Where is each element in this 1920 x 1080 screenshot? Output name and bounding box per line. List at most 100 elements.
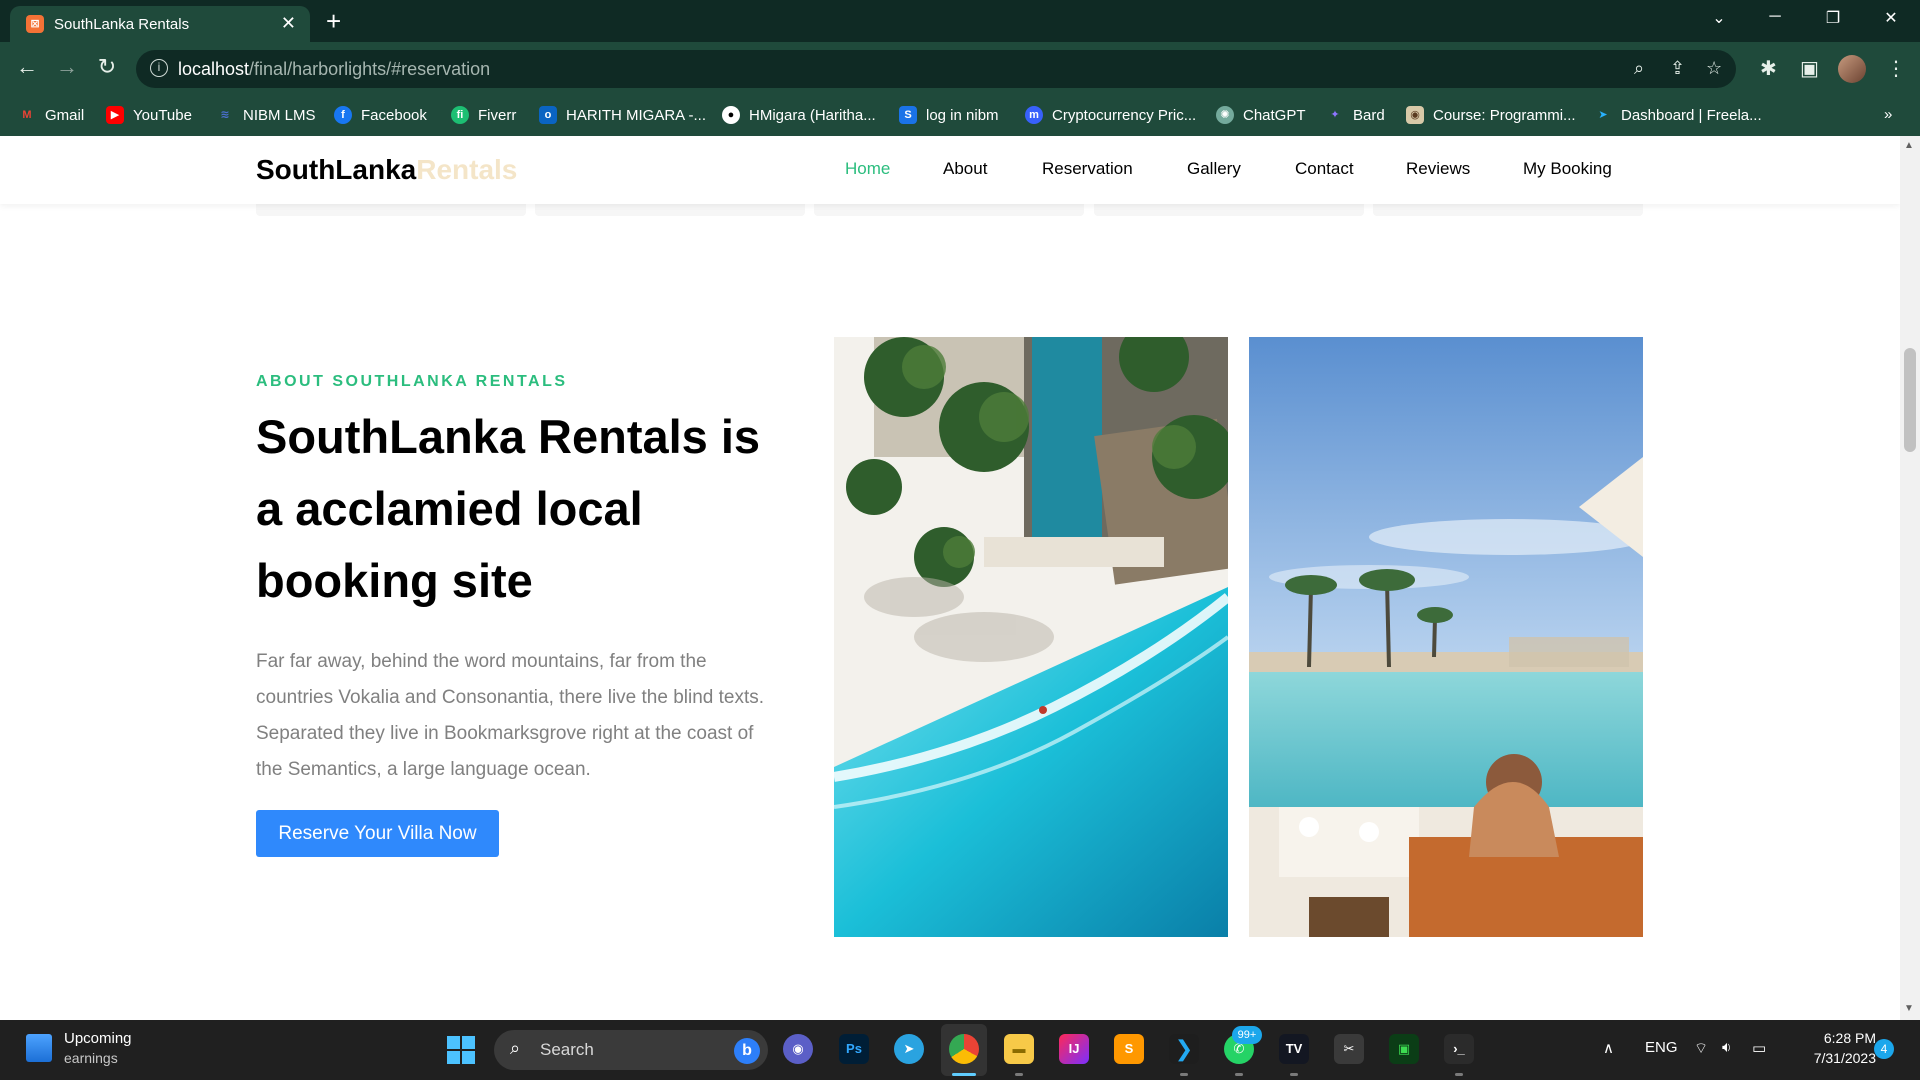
teams-chat-icon[interactable]: ◉ [783,1034,813,1064]
bookmark-outlook[interactable]: o HARITH MIGARA -... [539,106,706,124]
close-window-icon[interactable]: ✕ [1876,8,1906,28]
stocks-widget-icon[interactable] [26,1034,52,1062]
bookmark-course[interactable]: ◉ Course: Programmi... [1406,106,1576,124]
section-paragraph: Far far away, behind the word mountains,… [256,651,765,780]
browser-toolbar: ← → ↻ i localhost/final/harborlights/#re… [0,42,1920,96]
nav-link-gallery[interactable]: Gallery [1187,159,1241,179]
forward-icon[interactable]: → [52,54,82,80]
tradingview-icon[interactable]: TV [1279,1034,1309,1064]
profile-avatar[interactable] [1838,55,1866,83]
battery-icon[interactable]: ▭ [1752,1039,1766,1057]
taskbar-time[interactable]: 6:28 PM [1796,1030,1876,1046]
command-prompt-icon[interactable]: ›_ [1444,1034,1474,1064]
bookmark-cryptocurrency[interactable]: m Cryptocurrency Pric... [1025,106,1196,124]
scroll-up-icon[interactable]: ▲ [1904,140,1914,151]
bookmark-chatgpt[interactable]: ✺ ChatGPT [1216,106,1306,124]
scroll-thumb[interactable] [1904,348,1916,452]
address-bar[interactable]: i localhost/final/harborlights/#reservat… [136,50,1736,88]
windows-taskbar: Upcoming earnings ⌕ Search b ◉ Ps ➤ ▬ IJ… [0,1020,1920,1080]
site-logo[interactable]: SouthLankaRentals [256,154,517,186]
coinmarketcap-icon: m [1025,106,1043,124]
search-icon: ⌕ [510,1038,521,1058]
outlook-icon: o [539,106,557,124]
vscode-icon[interactable]: ❯ [1169,1034,1199,1064]
back-icon[interactable]: ← [12,54,42,80]
scroll-down-icon[interactable]: ▼ [1904,1003,1914,1014]
more-bookmarks-icon[interactable]: » [1884,106,1892,123]
notification-badge[interactable]: 4 [1874,1039,1894,1059]
nav-link-contact[interactable]: Contact [1295,159,1354,179]
menu-icon[interactable]: ⋮ [1886,56,1906,81]
bookmark-fiverr[interactable]: fi Fiverr [451,106,516,124]
s-icon: S [899,106,917,124]
browser-tab[interactable]: ⊠ SouthLanka Rentals ✕ [10,6,310,42]
chrome-icon[interactable] [949,1034,979,1064]
snipping-tool-icon[interactable]: ✂ [1334,1034,1364,1064]
nav-link-about[interactable]: About [943,159,987,179]
windows-start-icon[interactable] [447,1036,475,1064]
taskbar-date[interactable]: 7/31/2023 [1780,1050,1876,1066]
restore-icon[interactable]: ❐ [1818,8,1848,28]
github-icon: ● [722,106,740,124]
new-tab-icon[interactable]: + [326,6,341,36]
photoshop-icon[interactable]: Ps [839,1034,869,1064]
whatsapp-running-indicator [1235,1073,1243,1076]
feature-card-edge [1094,204,1364,216]
share-icon[interactable]: ⇪ [1670,58,1685,79]
extensions-icon[interactable]: ✱ [1760,56,1777,81]
reload-icon[interactable]: ↻ [92,54,122,80]
url-text[interactable]: localhost/final/harborlights/#reservatio… [178,59,490,80]
vscode-running-indicator [1180,1073,1188,1076]
bookmark-nibm-lms[interactable]: ≋ NIBM LMS [216,106,315,124]
nibm-icon: ≋ [220,109,230,121]
page-scrollbar[interactable] [1900,136,1920,1020]
language-indicator[interactable]: ENG [1645,1039,1678,1056]
widget-title[interactable]: Upcoming [64,1030,132,1047]
wifi-icon[interactable]: ⌔ [1694,1039,1708,1058]
volume-icon[interactable]: 🔉︎ [1722,1039,1731,1056]
bookmark-star-icon[interactable]: ☆ [1706,58,1722,79]
widget-subtitle[interactable]: earnings [64,1050,118,1066]
site-info-icon[interactable]: i [150,59,168,77]
intellij-icon[interactable]: IJ [1059,1034,1089,1064]
explorer-running-indicator [1015,1073,1023,1076]
taskbar-search[interactable]: ⌕ Search b [494,1030,768,1070]
section-headline: SouthLanka Rentals is a acclamied local … [256,410,761,607]
feature-card-edge [1373,204,1643,216]
nav-link-reservation[interactable]: Reservation [1042,159,1133,179]
bookmark-github[interactable]: ● HMigara (Haritha... [722,106,876,124]
fiverr-icon: fi [451,106,469,124]
xampp-icon: ⊠ [26,15,44,33]
bookmark-login-nibm[interactable]: Slog in nibm [899,106,999,124]
telegram-icon[interactable]: ➤ [894,1034,924,1064]
bookmark-youtube[interactable]: ▶ YouTube [106,106,192,124]
cmd-running-indicator [1455,1073,1463,1076]
tab-search-icon[interactable]: ⌄ [1704,8,1734,28]
feature-card-edge [535,204,805,216]
tradingview-running-indicator [1290,1073,1298,1076]
site-navbar: SouthLankaRentals Home About Reservation… [0,136,1900,204]
terminal-app-icon[interactable]: ▣ [1389,1034,1419,1064]
search-label: Search [540,1040,594,1059]
bard-icon: ✦ [1330,109,1340,121]
reserve-villa-button[interactable]: Reserve Your Villa Now [256,810,499,857]
nav-link-home[interactable]: Home [845,159,890,179]
bookmark-gmail[interactable]: M Gmail [18,106,84,124]
bookmark-bard[interactable]: ✦ Bard [1326,106,1384,124]
nav-link-reviews[interactable]: Reviews [1406,159,1470,179]
nav-link-my-booking[interactable]: My Booking [1523,159,1612,179]
facebook-icon: f [334,106,352,124]
close-tab-icon[interactable]: ✕ [281,13,296,34]
aerial-beach-photo [834,337,1228,937]
file-explorer-icon[interactable]: ▬ [1004,1034,1034,1064]
sublime-text-icon[interactable]: S [1114,1034,1144,1064]
minimize-icon[interactable]: ─ [1760,8,1790,26]
bing-icon[interactable]: b [734,1038,760,1064]
side-panel-icon[interactable]: ▣ [1800,56,1819,81]
poolside-lounge-photo [1249,337,1643,937]
zoom-search-icon[interactable]: ⌕ [1634,58,1644,79]
tray-chevron-icon[interactable]: ∧ [1603,1039,1614,1057]
bookmark-facebook[interactable]: f Facebook [334,106,427,124]
bookmark-freelancer[interactable]: ➤ Dashboard | Freela... [1594,106,1761,124]
feature-card-edge [814,204,1084,216]
